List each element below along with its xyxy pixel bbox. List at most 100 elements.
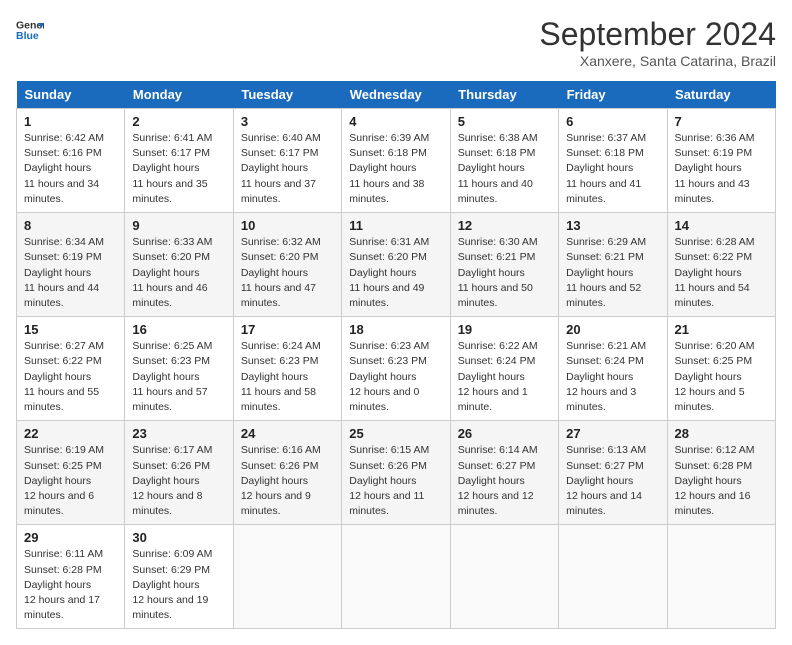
day-info: Sunrise: 6:27 AM Sunset: 6:22 PM Dayligh… [24, 339, 117, 415]
calendar-cell: 24 Sunrise: 6:16 AM Sunset: 6:26 PM Dayl… [233, 421, 341, 525]
day-info: Sunrise: 6:16 AM Sunset: 6:26 PM Dayligh… [241, 443, 334, 519]
calendar-cell [342, 525, 450, 629]
day-info: Sunrise: 6:39 AM Sunset: 6:18 PM Dayligh… [349, 131, 442, 207]
day-number: 8 [24, 218, 117, 233]
day-info: Sunrise: 6:42 AM Sunset: 6:16 PM Dayligh… [24, 131, 117, 207]
day-number: 12 [458, 218, 551, 233]
calendar-cell: 12 Sunrise: 6:30 AM Sunset: 6:21 PM Dayl… [450, 213, 558, 317]
day-info: Sunrise: 6:23 AM Sunset: 6:23 PM Dayligh… [349, 339, 442, 415]
month-title: September 2024 [539, 16, 776, 53]
title-block: September 2024 Xanxere, Santa Catarina, … [539, 16, 776, 69]
calendar-week-row: 22 Sunrise: 6:19 AM Sunset: 6:25 PM Dayl… [17, 421, 776, 525]
calendar-cell: 6 Sunrise: 6:37 AM Sunset: 6:18 PM Dayli… [559, 109, 667, 213]
day-info: Sunrise: 6:32 AM Sunset: 6:20 PM Dayligh… [241, 235, 334, 311]
calendar-cell: 9 Sunrise: 6:33 AM Sunset: 6:20 PM Dayli… [125, 213, 233, 317]
day-info: Sunrise: 6:11 AM Sunset: 6:28 PM Dayligh… [24, 547, 117, 623]
calendar-cell: 15 Sunrise: 6:27 AM Sunset: 6:22 PM Dayl… [17, 317, 125, 421]
calendar-cell: 23 Sunrise: 6:17 AM Sunset: 6:26 PM Dayl… [125, 421, 233, 525]
day-number: 24 [241, 426, 334, 441]
calendar-body: 1 Sunrise: 6:42 AM Sunset: 6:16 PM Dayli… [17, 109, 776, 629]
calendar-cell: 17 Sunrise: 6:24 AM Sunset: 6:23 PM Dayl… [233, 317, 341, 421]
calendar-cell: 5 Sunrise: 6:38 AM Sunset: 6:18 PM Dayli… [450, 109, 558, 213]
calendar-table: SundayMondayTuesdayWednesdayThursdayFrid… [16, 81, 776, 629]
day-info: Sunrise: 6:38 AM Sunset: 6:18 PM Dayligh… [458, 131, 551, 207]
day-number: 27 [566, 426, 659, 441]
calendar-cell: 30 Sunrise: 6:09 AM Sunset: 6:29 PM Dayl… [125, 525, 233, 629]
day-number: 23 [132, 426, 225, 441]
calendar-cell: 7 Sunrise: 6:36 AM Sunset: 6:19 PM Dayli… [667, 109, 775, 213]
calendar-cell: 13 Sunrise: 6:29 AM Sunset: 6:21 PM Dayl… [559, 213, 667, 317]
day-number: 6 [566, 114, 659, 129]
day-of-week-header: Tuesday [233, 81, 341, 109]
day-info: Sunrise: 6:41 AM Sunset: 6:17 PM Dayligh… [132, 131, 225, 207]
day-number: 30 [132, 530, 225, 545]
day-number: 20 [566, 322, 659, 337]
calendar-cell: 26 Sunrise: 6:14 AM Sunset: 6:27 PM Dayl… [450, 421, 558, 525]
calendar-cell: 1 Sunrise: 6:42 AM Sunset: 6:16 PM Dayli… [17, 109, 125, 213]
day-number: 16 [132, 322, 225, 337]
day-info: Sunrise: 6:19 AM Sunset: 6:25 PM Dayligh… [24, 443, 117, 519]
day-number: 1 [24, 114, 117, 129]
day-info: Sunrise: 6:28 AM Sunset: 6:22 PM Dayligh… [675, 235, 768, 311]
calendar-cell: 19 Sunrise: 6:22 AM Sunset: 6:24 PM Dayl… [450, 317, 558, 421]
calendar-week-row: 1 Sunrise: 6:42 AM Sunset: 6:16 PM Dayli… [17, 109, 776, 213]
calendar-cell [559, 525, 667, 629]
day-number: 26 [458, 426, 551, 441]
day-number: 22 [24, 426, 117, 441]
calendar-cell: 18 Sunrise: 6:23 AM Sunset: 6:23 PM Dayl… [342, 317, 450, 421]
day-number: 28 [675, 426, 768, 441]
day-number: 3 [241, 114, 334, 129]
logo-icon: General Blue [16, 16, 44, 44]
day-info: Sunrise: 6:20 AM Sunset: 6:25 PM Dayligh… [675, 339, 768, 415]
day-info: Sunrise: 6:12 AM Sunset: 6:28 PM Dayligh… [675, 443, 768, 519]
day-of-week-header: Sunday [17, 81, 125, 109]
calendar-cell: 4 Sunrise: 6:39 AM Sunset: 6:18 PM Dayli… [342, 109, 450, 213]
day-info: Sunrise: 6:37 AM Sunset: 6:18 PM Dayligh… [566, 131, 659, 207]
day-number: 10 [241, 218, 334, 233]
calendar-week-row: 15 Sunrise: 6:27 AM Sunset: 6:22 PM Dayl… [17, 317, 776, 421]
calendar-cell: 16 Sunrise: 6:25 AM Sunset: 6:23 PM Dayl… [125, 317, 233, 421]
day-info: Sunrise: 6:24 AM Sunset: 6:23 PM Dayligh… [241, 339, 334, 415]
calendar-cell: 8 Sunrise: 6:34 AM Sunset: 6:19 PM Dayli… [17, 213, 125, 317]
calendar-cell: 11 Sunrise: 6:31 AM Sunset: 6:20 PM Dayl… [342, 213, 450, 317]
calendar-cell: 25 Sunrise: 6:15 AM Sunset: 6:26 PM Dayl… [342, 421, 450, 525]
day-info: Sunrise: 6:29 AM Sunset: 6:21 PM Dayligh… [566, 235, 659, 311]
day-info: Sunrise: 6:25 AM Sunset: 6:23 PM Dayligh… [132, 339, 225, 415]
calendar-cell: 2 Sunrise: 6:41 AM Sunset: 6:17 PM Dayli… [125, 109, 233, 213]
day-number: 9 [132, 218, 225, 233]
day-of-week-header: Wednesday [342, 81, 450, 109]
day-number: 13 [566, 218, 659, 233]
calendar-week-row: 29 Sunrise: 6:11 AM Sunset: 6:28 PM Dayl… [17, 525, 776, 629]
day-info: Sunrise: 6:22 AM Sunset: 6:24 PM Dayligh… [458, 339, 551, 415]
day-info: Sunrise: 6:34 AM Sunset: 6:19 PM Dayligh… [24, 235, 117, 311]
calendar-header-row: SundayMondayTuesdayWednesdayThursdayFrid… [17, 81, 776, 109]
day-number: 19 [458, 322, 551, 337]
calendar-cell [233, 525, 341, 629]
day-of-week-header: Monday [125, 81, 233, 109]
day-info: Sunrise: 6:36 AM Sunset: 6:19 PM Dayligh… [675, 131, 768, 207]
day-number: 17 [241, 322, 334, 337]
day-number: 18 [349, 322, 442, 337]
page-header: General Blue September 2024 Xanxere, San… [16, 16, 776, 69]
calendar-week-row: 8 Sunrise: 6:34 AM Sunset: 6:19 PM Dayli… [17, 213, 776, 317]
calendar-cell: 27 Sunrise: 6:13 AM Sunset: 6:27 PM Dayl… [559, 421, 667, 525]
calendar-cell: 10 Sunrise: 6:32 AM Sunset: 6:20 PM Dayl… [233, 213, 341, 317]
day-number: 15 [24, 322, 117, 337]
day-info: Sunrise: 6:15 AM Sunset: 6:26 PM Dayligh… [349, 443, 442, 519]
day-number: 11 [349, 218, 442, 233]
day-number: 14 [675, 218, 768, 233]
day-number: 5 [458, 114, 551, 129]
calendar-cell: 22 Sunrise: 6:19 AM Sunset: 6:25 PM Dayl… [17, 421, 125, 525]
day-number: 4 [349, 114, 442, 129]
day-info: Sunrise: 6:30 AM Sunset: 6:21 PM Dayligh… [458, 235, 551, 311]
day-info: Sunrise: 6:21 AM Sunset: 6:24 PM Dayligh… [566, 339, 659, 415]
calendar-cell: 3 Sunrise: 6:40 AM Sunset: 6:17 PM Dayli… [233, 109, 341, 213]
calendar-cell: 21 Sunrise: 6:20 AM Sunset: 6:25 PM Dayl… [667, 317, 775, 421]
calendar-cell: 28 Sunrise: 6:12 AM Sunset: 6:28 PM Dayl… [667, 421, 775, 525]
day-number: 2 [132, 114, 225, 129]
day-of-week-header: Thursday [450, 81, 558, 109]
day-of-week-header: Friday [559, 81, 667, 109]
calendar-cell: 14 Sunrise: 6:28 AM Sunset: 6:22 PM Dayl… [667, 213, 775, 317]
day-number: 21 [675, 322, 768, 337]
day-info: Sunrise: 6:31 AM Sunset: 6:20 PM Dayligh… [349, 235, 442, 311]
